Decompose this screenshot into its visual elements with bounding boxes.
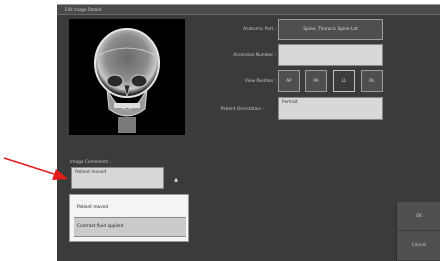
- accession-number-label: Accession Number :: [233, 53, 276, 58]
- dialog-title: Edit Image Details: [65, 7, 102, 12]
- view-position-rl-button[interactable]: RL: [361, 70, 383, 92]
- view-position-ll-button[interactable]: LL: [333, 70, 355, 92]
- annotation-arrow-icon: [3, 157, 68, 180]
- image-comments-dropdown: Patient moved Contrast fluid applied: [69, 194, 189, 242]
- anatomic-part-label: Anatomic Part :: [242, 27, 276, 32]
- xray-image-preview: [69, 19, 185, 135]
- dropdown-toggle-icon[interactable]: ▲: [166, 171, 186, 189]
- image-comments-input[interactable]: Patient moved: [71, 167, 164, 189]
- skull-xray-image: [69, 19, 185, 135]
- view-position-ap-button[interactable]: AP: [278, 70, 300, 92]
- dropdown-option-patient-moved[interactable]: Patient moved: [74, 199, 186, 219]
- dialog-title-bar: Edit Image Details: [57, 5, 440, 15]
- cancel-button[interactable]: Cancel: [396, 231, 440, 260]
- patient-orientation-label: Patient Orientation :: [220, 107, 264, 112]
- patient-orientation-field[interactable]: Portrait: [278, 97, 383, 120]
- dropdown-option-contrast-fluid[interactable]: Contrast fluid applied: [74, 217, 186, 237]
- accession-number-field[interactable]: [278, 44, 383, 66]
- view-position-pa-button[interactable]: PA: [305, 70, 327, 92]
- view-position-label: View Position :: [244, 79, 276, 84]
- ok-button[interactable]: OK: [396, 202, 440, 230]
- anatomic-part-button[interactable]: Spine, Thoracic Spine Lat: [278, 19, 383, 40]
